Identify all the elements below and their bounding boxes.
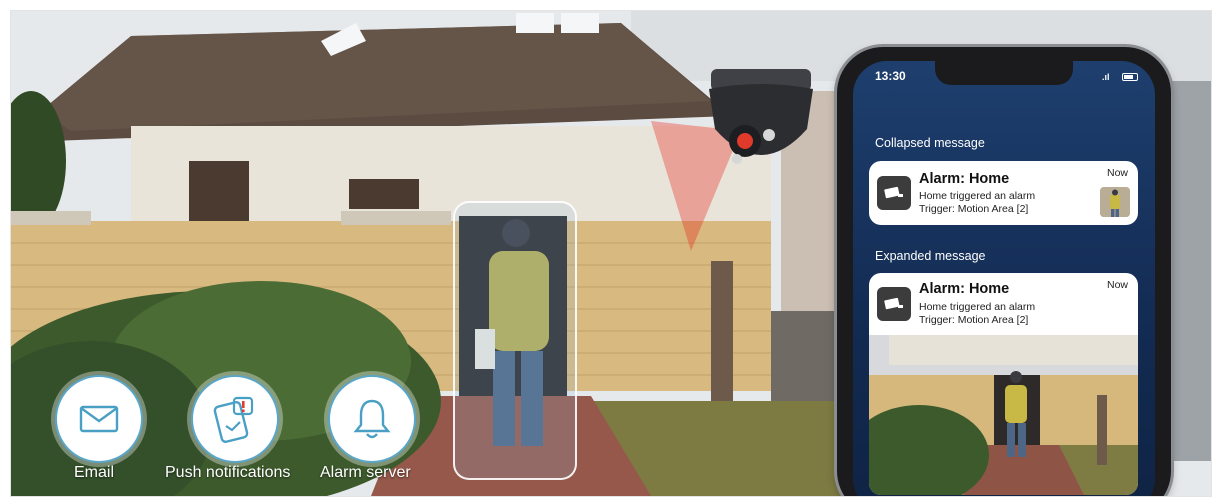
alarm-server-feature-badge: [328, 375, 416, 463]
push-notifications-label: Push notifications: [165, 464, 291, 481]
battery-icon: [1122, 73, 1138, 81]
signal-icon: .ıl: [1102, 72, 1110, 82]
phone-notch: [935, 61, 1073, 85]
collapsed-alarm-notification[interactable]: Alarm: Home Home triggered an alarm Trig…: [869, 161, 1138, 225]
phone-screen: 13:30 .ıl Collapsed message Alarm: Home …: [853, 61, 1155, 496]
notification-snapshot-preview: [869, 335, 1138, 495]
notification-title: Alarm: Home: [919, 171, 1010, 187]
notification-line2: Trigger: Motion Area [2]: [919, 203, 1029, 215]
notification-time: Now: [1106, 279, 1128, 291]
bell-icon: [353, 399, 391, 439]
email-feature-badge: [55, 375, 143, 463]
notification-line1: Home triggered an alarm: [919, 190, 1036, 202]
notification-line1: Home triggered an alarm: [919, 301, 1036, 313]
promo-banner: Email Push notifications Alarm server 13…: [10, 10, 1212, 497]
camera-app-icon: [877, 176, 911, 210]
dome-camera-image: [701, 69, 821, 181]
expanded-message-heading: Expanded message: [875, 249, 986, 263]
notification-time: Now: [1106, 167, 1128, 179]
email-label: Email: [74, 464, 115, 481]
notification-title: Alarm: Home: [919, 281, 1010, 297]
email-icon: [79, 405, 119, 433]
notification-thumbnail: [1100, 187, 1130, 217]
motion-detection-frame: [453, 201, 577, 480]
notification-line2: Trigger: Motion Area [2]: [919, 314, 1029, 326]
collapsed-message-heading: Collapsed message: [875, 136, 985, 150]
push-notifications-feature-badge: [191, 375, 279, 463]
camera-app-icon: [877, 287, 911, 321]
smartphone-mockup: 13:30 .ıl Collapsed message Alarm: Home …: [837, 47, 1171, 496]
expanded-alarm-notification[interactable]: Alarm: Home Home triggered an alarm Trig…: [869, 273, 1138, 335]
push-notification-icon: [213, 396, 254, 443]
status-bar-time: 13:30: [875, 69, 906, 83]
alarm-server-label: Alarm server: [320, 464, 411, 481]
